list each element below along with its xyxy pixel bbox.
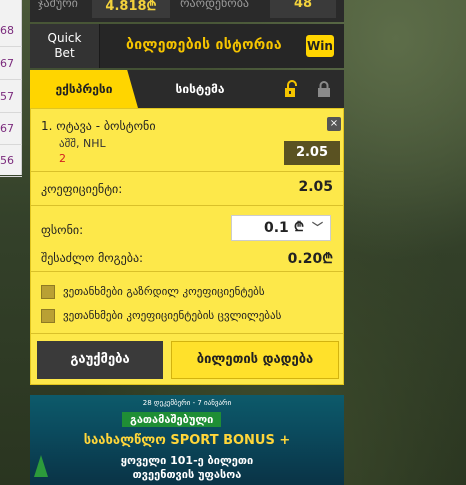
promo-headline: საახალწლო SPORT BONUS + <box>83 433 291 448</box>
match-name: 1. ოტავა - ბოსტონი <box>41 119 156 133</box>
checkbox[interactable] <box>41 309 55 323</box>
win-badge[interactable]: Win <box>306 35 334 57</box>
stake-value: 0.1 <box>264 220 289 236</box>
payout-label: შესაძლო მოგება: <box>41 251 144 265</box>
tab-system[interactable]: სისტემა <box>150 70 250 108</box>
total-value: 4.818₾ <box>92 0 170 18</box>
promo-tag: გათამაშებული <box>122 412 222 427</box>
coefficient-label: კოეფიციენტი: <box>41 182 123 196</box>
checkbox-label: ვეთანხმები გაზრდილ კოეფიციენტებს <box>63 285 265 298</box>
odd-cell[interactable]: 67 <box>0 112 22 145</box>
odd-cell[interactable]: 67 <box>0 47 22 80</box>
payout-value: 0.20₾ <box>287 251 333 267</box>
selection-odd: 2.05 <box>284 141 340 165</box>
totals-row: ჯამური 4.818₾ რაოდენობა 48 <box>30 0 344 22</box>
promo-banner[interactable]: 28 დეკემბერი - 7 იანვარი გათამაშებული სა… <box>30 395 344 485</box>
bet-history-link[interactable]: ბილეთების ისტორია <box>126 37 282 53</box>
stake-input[interactable]: 0.1 ₾ ﹀ <box>231 215 331 241</box>
match-league: აშშ, NHL <box>59 137 106 150</box>
coefficient-value: 2.05 <box>298 179 333 195</box>
promo-line: თვეენთვის უფასოა <box>132 468 242 481</box>
unlock-icon[interactable] <box>282 80 300 98</box>
divider <box>31 271 343 272</box>
quick-bet-button[interactable]: Quick Bet <box>30 24 100 68</box>
betslip-tabs: ექსპრესი სისტემა <box>30 70 344 108</box>
odd-cell[interactable]: 56 <box>0 144 22 177</box>
tab-express[interactable]: ექსპრესი <box>30 70 138 108</box>
remove-selection-button[interactable]: × <box>327 117 341 131</box>
total-label: ჯამური <box>38 0 78 10</box>
place-bet-button[interactable]: ბილეთის დადება <box>171 341 339 379</box>
betslip-body: 1. ოტავა - ბოსტონი აშშ, NHL 2 × 2.05 კოე… <box>30 108 344 385</box>
odds-strip: 68 67 57 67 56 <box>0 0 22 177</box>
bet-selection: 1. ოტავა - ბოსტონი აშშ, NHL 2 × 2.05 <box>31 109 343 171</box>
cancel-button[interactable]: გაუქმება <box>37 341 163 379</box>
divider <box>31 333 343 334</box>
tree-icon <box>34 455 48 477</box>
count-value: 48 <box>270 0 336 18</box>
odd-cell[interactable]: 68 <box>0 14 22 47</box>
promo-line: ყოველი 101-ე ბილეთი <box>120 454 254 467</box>
chevron-down-icon[interactable]: ﹀ <box>312 216 323 240</box>
quick-bet-label: Quick Bet <box>47 31 82 60</box>
divider <box>31 171 343 172</box>
checkbox-label: ვეთანხმები კოეფიციენტების ცვლილებას <box>63 309 282 322</box>
count-label: რაოდენობა <box>180 0 249 10</box>
stake-label: ფსონი: <box>41 223 84 237</box>
odd-cell[interactable]: 57 <box>0 80 22 113</box>
currency-icon: ₾ <box>294 220 305 235</box>
betslip-header: Quick Bet ბილეთების ისტორია Win <box>30 24 344 68</box>
promo-dates: 28 დეკემბერი - 7 იანვარი <box>142 399 232 407</box>
lock-icon[interactable] <box>316 80 332 98</box>
checkbox[interactable] <box>41 285 55 299</box>
betslip-panel: ჯამური 4.818₾ რაოდენობა 48 Quick Bet ბილ… <box>30 0 344 385</box>
match-pick: 2 <box>59 152 66 165</box>
divider <box>31 205 343 206</box>
